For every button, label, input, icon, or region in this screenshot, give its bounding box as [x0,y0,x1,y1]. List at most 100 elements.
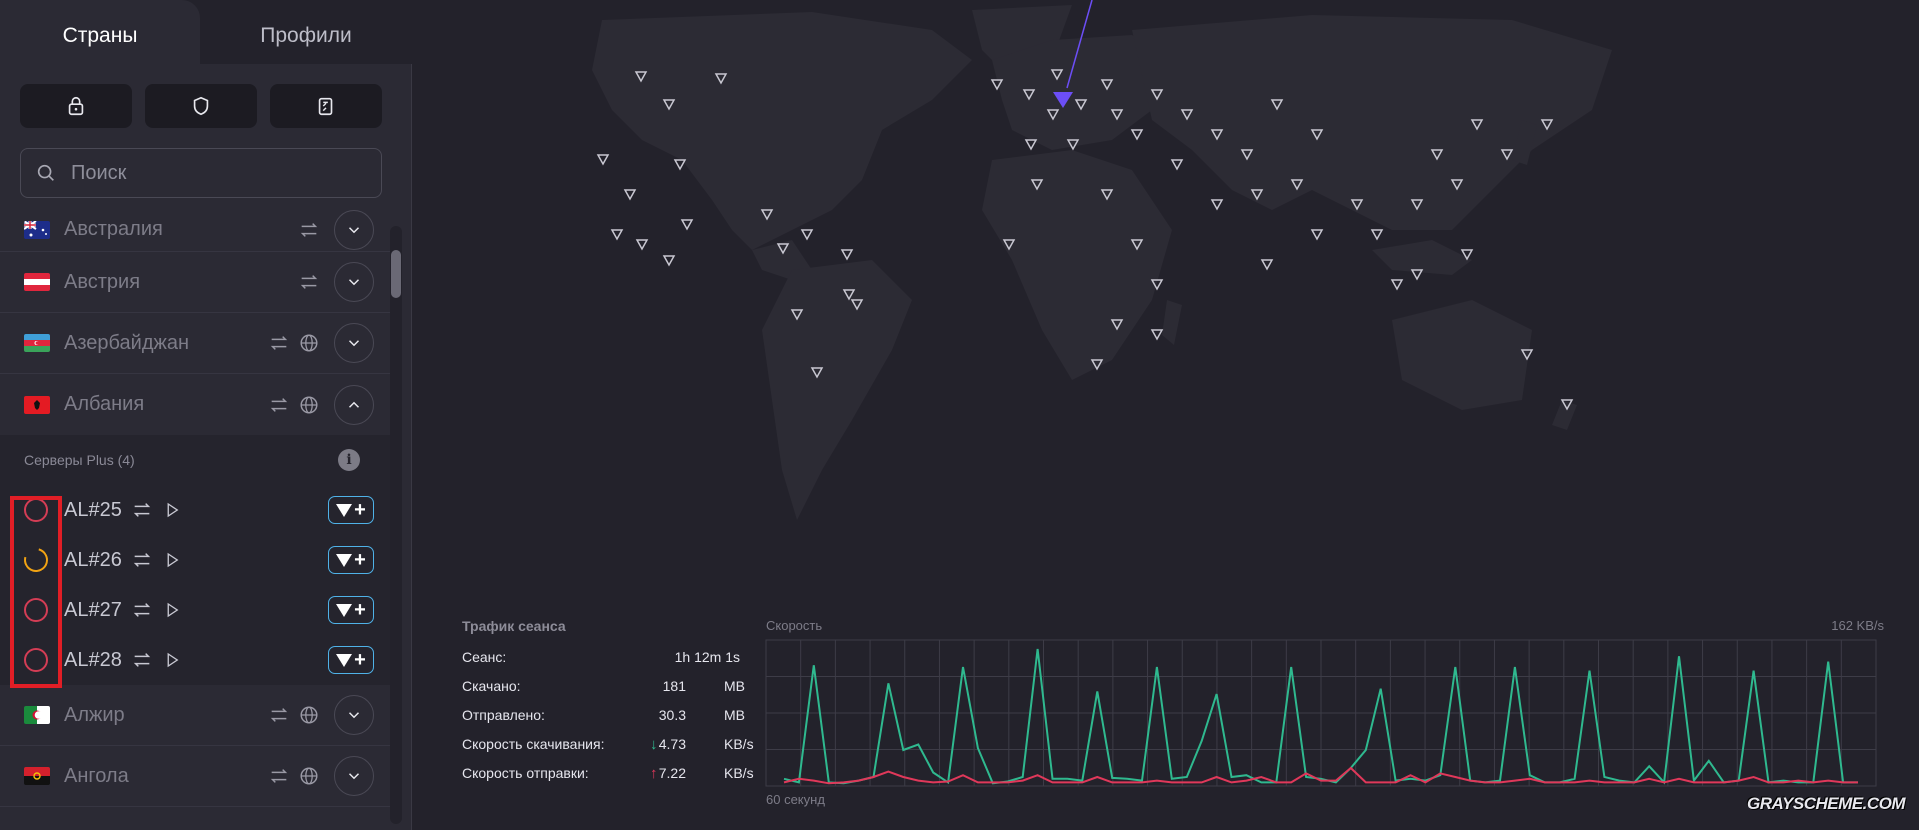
server-item[interactable]: AL#25 + [0,485,390,535]
stat-unit: MB [724,678,745,694]
p2p-icon [133,553,151,567]
search-icon [37,164,54,181]
server-name: AL#27 [64,598,122,621]
lock-icon [68,96,84,116]
arrow-up-icon: ↑ [650,765,658,782]
chevron-down-icon [348,340,360,347]
stat-value: 1h 12m 1s [674,649,740,665]
p2p-icon [268,394,290,416]
p2p-icon [133,603,151,617]
server-item[interactable]: AL#26 + [0,535,390,585]
plus-icon: + [354,599,366,621]
country-item-australia[interactable]: Австралия [0,208,390,252]
server-features [131,599,181,621]
server-name: AL#25 [64,498,122,521]
australia-flag-icon [24,220,50,239]
server-item[interactable]: AL#28 + [0,635,390,685]
country-name: Ангола [64,764,129,787]
play-icon [167,502,179,518]
country-name: Австрия [64,270,141,293]
scrollbar-thumb[interactable] [391,250,401,298]
country-name: Алжир [64,703,125,726]
country-name: Албания [64,393,145,415]
country-list: Австралия Австрия Азербайджан Албания Се… [0,208,390,830]
expand-button[interactable] [334,695,374,735]
albania-flag-icon [24,395,50,414]
globe-icon [298,332,320,354]
expand-button[interactable] [334,262,374,302]
plus-server-badge: + [328,546,374,574]
connect-status-icon[interactable] [24,498,48,522]
watermark: GRAYSCHEME.COM [1747,794,1905,813]
server-features [131,549,181,571]
collapse-button[interactable] [334,384,374,425]
chart-window-label: 60 секунд [766,792,825,807]
country-actions [268,384,374,425]
proton-logo-icon [336,603,353,617]
info-icon[interactable]: i [338,449,360,471]
search-input[interactable] [71,161,361,185]
connecting-status-icon[interactable] [19,543,53,577]
p2p-icon [133,653,151,667]
streaming-filter-button[interactable] [270,84,382,128]
arrow-down-icon: ↓ [650,736,658,753]
plus-server-badge: + [328,596,374,624]
angola-flag-icon [24,767,50,785]
proton-logo-icon [336,653,353,667]
algeria-flag-icon [24,706,50,724]
tab-profiles[interactable]: Профили [200,0,412,64]
azerbaijan-flag-icon [24,334,50,352]
stat-session: Сеанс: 1h 12m 1s [462,649,772,671]
world-map[interactable] [412,0,1919,600]
scrollbar[interactable] [390,226,402,824]
play-icon [167,602,179,618]
expand-button[interactable] [334,209,374,250]
play-icon [167,652,179,668]
connect-status-icon[interactable] [24,648,48,672]
country-name: Австралия [64,218,163,240]
chevron-down-icon [348,279,360,286]
shield-filter-button[interactable] [145,84,257,128]
stat-label: Скорость скачивания: [462,736,605,752]
continents [592,5,1612,520]
stat-unit: MB [724,707,745,723]
chart-canvas [765,639,1877,787]
stat-unit: KB/s [724,765,754,781]
traffic-title: Трафик сеанса [462,618,566,634]
shield-icon [193,96,209,116]
plus-icon: + [354,499,366,521]
expand-button[interactable] [334,756,374,796]
country-item-angola[interactable]: Ангола [0,746,390,807]
expand-button[interactable] [334,323,374,363]
server-tag-icon [318,97,333,116]
chevron-down-icon [348,226,360,233]
globe-icon [298,394,320,416]
p2p-icon [298,219,320,241]
country-actions [268,756,374,796]
server-features [131,649,181,671]
search-box [20,148,382,198]
tab-bar: Страны Профили [0,0,412,64]
country-actions [268,695,374,735]
tab-countries[interactable]: Страны [0,0,200,64]
country-item-austria[interactable]: Австрия [0,252,390,313]
server-item[interactable]: AL#27 + [0,585,390,635]
connect-status-icon[interactable] [24,598,48,622]
country-name: Азербайджан [64,331,190,354]
stat-label: Отправлено: [462,707,545,723]
country-item-azerbaijan[interactable]: Азербайджан [0,313,390,374]
plus-icon: + [354,549,366,571]
country-item-algeria[interactable]: Алжир [0,685,390,746]
country-item-albania[interactable]: Албания [0,374,390,435]
stat-value: 4.73 [658,736,686,752]
p2p-icon [268,765,290,787]
server-name: AL#28 [64,648,122,671]
lock-filter-button[interactable] [20,84,132,128]
stat-unit: KB/s [724,736,754,752]
stat-label: Скачано: [462,678,521,694]
p2p-icon [298,271,320,293]
stat-download-speed: Скорость скачивания: ↓ 4.73 KB/s [462,736,772,758]
stat-uploaded: Отправлено: 30.3 MB [462,707,772,729]
p2p-icon [133,503,151,517]
globe-icon [298,765,320,787]
